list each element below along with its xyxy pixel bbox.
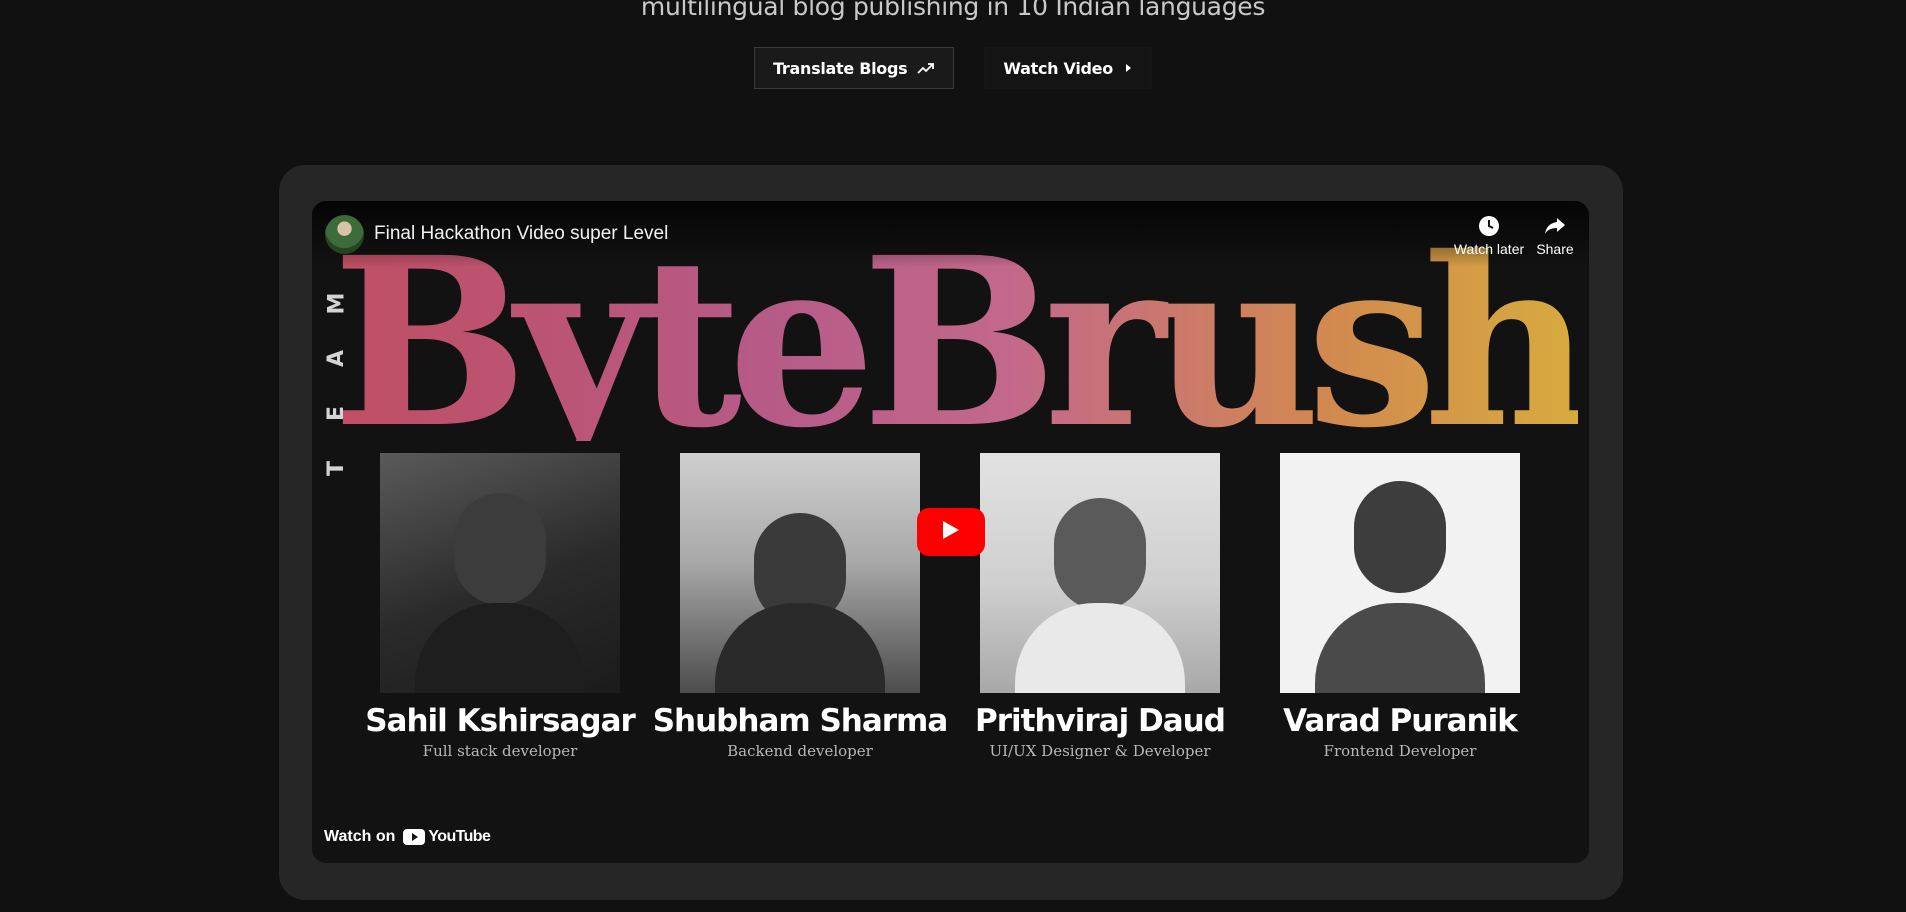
watch-video-button[interactable]: Watch Video bbox=[984, 47, 1152, 89]
channel-avatar[interactable] bbox=[325, 215, 364, 254]
trending-up-icon bbox=[917, 62, 935, 74]
member-role: UI/UX Designer & Developer bbox=[989, 742, 1211, 760]
member-name: Sahil Kshirsagar bbox=[365, 703, 636, 739]
translate-blogs-button[interactable]: Translate Blogs bbox=[754, 47, 955, 89]
translate-blogs-label: Translate Blogs bbox=[773, 58, 908, 78]
play-icon bbox=[941, 519, 961, 546]
member-card: Prithviraj Daud UI/UX Designer & Develop… bbox=[975, 453, 1226, 760]
member-name: Varad Puranik bbox=[1283, 703, 1518, 739]
watch-video-label: Watch Video bbox=[1003, 58, 1113, 78]
play-button[interactable] bbox=[917, 508, 985, 556]
hero-cta-row: Translate Blogs Watch Video bbox=[0, 47, 1906, 89]
member-role: Frontend Developer bbox=[1323, 742, 1477, 760]
member-photo bbox=[980, 453, 1220, 693]
caret-right-icon bbox=[1123, 63, 1133, 73]
member-name: Shubham Sharma bbox=[652, 703, 949, 739]
brand-wordmark: ByteBrush bbox=[332, 241, 1589, 441]
share-button[interactable]: Share bbox=[1515, 213, 1589, 257]
member-name: Prithviraj Daud bbox=[975, 703, 1226, 739]
member-role: Backend developer bbox=[727, 742, 873, 760]
share-label: Share bbox=[1536, 241, 1574, 257]
member-card: Sahil Kshirsagar Full stack developer bbox=[365, 453, 636, 760]
youtube-embed[interactable]: ByteBrush M A E T Final Hackathon Video … bbox=[312, 201, 1589, 863]
member-role: Full stack developer bbox=[422, 742, 578, 760]
watch-on-youtube-link[interactable]: Watch on YouTube bbox=[324, 828, 491, 846]
hero-subtitle: multilingual blog publishing in 10 India… bbox=[640, 0, 1266, 21]
member-photo bbox=[680, 453, 920, 693]
watch-on-label: Watch on bbox=[324, 828, 396, 845]
member-photo bbox=[1280, 453, 1520, 693]
youtube-icon bbox=[403, 829, 426, 845]
member-photo bbox=[380, 453, 620, 693]
member-card: Shubham Sharma Backend developer bbox=[653, 453, 948, 760]
share-icon bbox=[1515, 213, 1589, 239]
video-title[interactable]: Final Hackathon Video super Level bbox=[374, 223, 668, 245]
youtube-logo: YouTube bbox=[403, 828, 491, 846]
team-vertical-label: M A E T bbox=[324, 292, 350, 477]
member-card: Varad Puranik Frontend Developer bbox=[1280, 453, 1520, 760]
